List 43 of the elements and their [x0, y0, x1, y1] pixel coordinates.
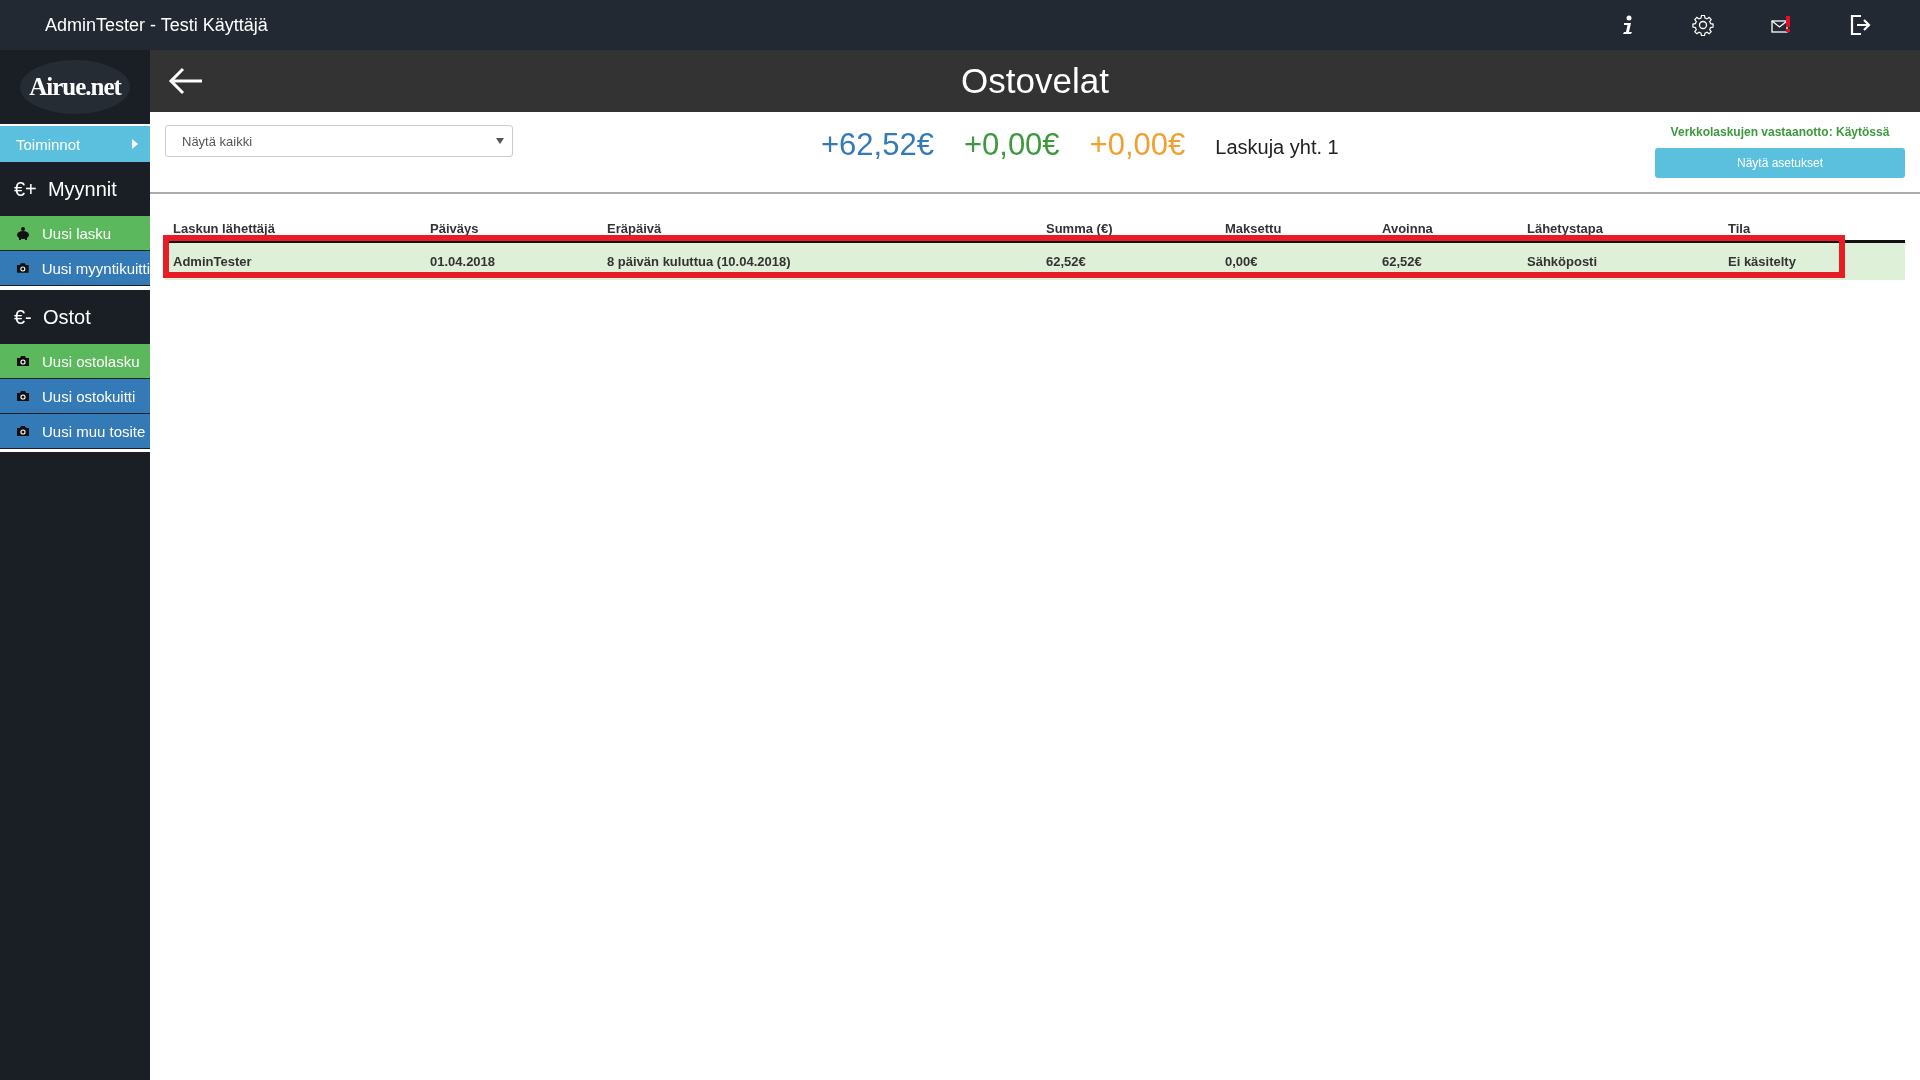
sidebar-item[interactable]: Uusi ostokuitti	[0, 379, 150, 414]
camera-icon	[16, 262, 30, 274]
invoice-count: Laskuja yht. 1	[1215, 135, 1339, 159]
total-amount: +0,00€	[1089, 127, 1186, 163]
column-header: Lähetystapa	[1526, 220, 1604, 236]
logo[interactable]: Airue.net	[20, 60, 130, 114]
camera-icon	[16, 355, 30, 367]
user-title: AdminTester - Testi Käyttäjä	[45, 14, 268, 36]
table-cell-text: Ei käsitelty	[1727, 254, 1797, 269]
sidebar-item[interactable]: Uusi ostolasku	[0, 344, 150, 379]
mail-alert-icon[interactable]	[1771, 15, 1793, 35]
triangle-right-icon	[132, 139, 138, 149]
caret-icon	[496, 138, 504, 144]
table-cell-text: AdminTester	[172, 254, 253, 269]
settings-icon[interactable]	[1692, 14, 1714, 36]
column-header: Eräpäivä	[606, 220, 663, 236]
total-amount: +62,52€	[821, 127, 934, 163]
column-header: Päiväys	[429, 220, 480, 236]
sidebar-item[interactable]: Uusi myyntikuitti	[0, 251, 150, 286]
column-header: Summa (€)	[1045, 220, 1114, 236]
sidebar-item[interactable]: Uusi muu tosite	[0, 414, 150, 449]
table-cell-text: 8 päivän kuluttua (10.04.2018)	[606, 254, 792, 269]
camera-icon	[16, 390, 30, 402]
table-cell-text: Sähköposti	[1526, 254, 1599, 269]
table-cell-text: 01.04.2018	[429, 254, 497, 269]
info-icon[interactable]	[1621, 15, 1635, 35]
column-header: Avoinna	[1381, 220, 1434, 236]
section-heading: €+ Myynnit	[13, 176, 118, 202]
total-amount: +0,00€	[963, 127, 1060, 163]
page-title: Ostovelat	[961, 61, 1109, 101]
column-header: Tila	[1727, 220, 1752, 236]
einvoice-status: Verkkolaskujen vastaanotto: Käytössä	[1670, 125, 1890, 139]
filter-dropdown[interactable]: Näytä kaikki	[165, 125, 513, 157]
table-cell-text: 62,52€	[1381, 254, 1423, 269]
column-header: Maksettu	[1224, 220, 1283, 236]
piggy-bank-icon	[16, 226, 30, 240]
camera-icon	[16, 425, 30, 437]
column-header: Laskun lähettäjä	[172, 220, 276, 236]
logout-icon[interactable]	[1850, 14, 1872, 36]
table-cell-text: 62,52€	[1045, 254, 1087, 269]
table-cell-text: 0,00€	[1224, 254, 1259, 269]
back-arrow-icon[interactable]	[168, 66, 204, 96]
sidebar-item[interactable]: Uusi lasku	[0, 216, 150, 251]
